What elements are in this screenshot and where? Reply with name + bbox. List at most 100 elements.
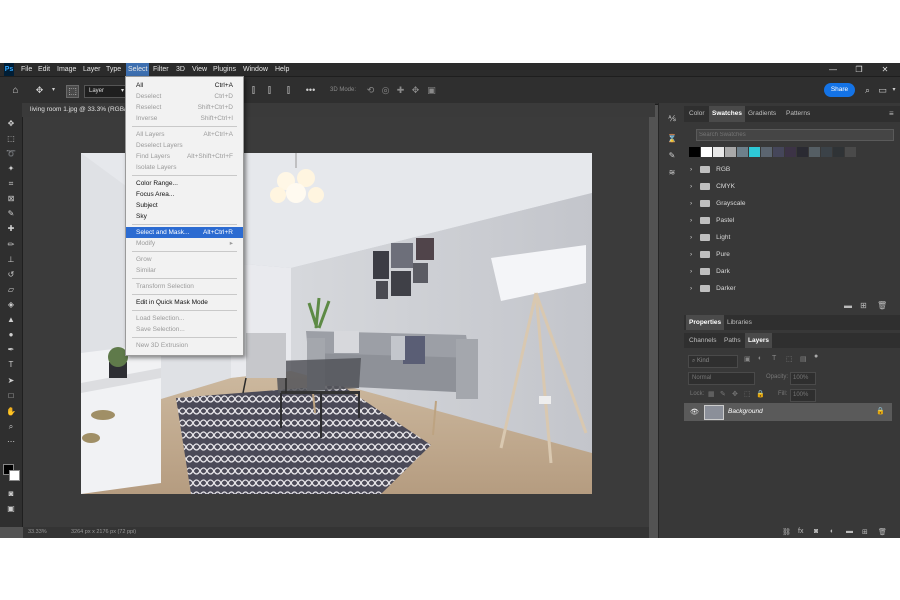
3d-slide-icon[interactable]: ✥ <box>410 85 421 96</box>
menu-file[interactable]: File <box>21 63 32 76</box>
menu-window[interactable]: Window <box>243 63 268 76</box>
search-icon[interactable]: ⌕ <box>862 85 873 96</box>
brushes-icon[interactable]: ✎ <box>665 150 679 162</box>
menu-item-grow[interactable]: Grow <box>126 254 243 265</box>
menu-item-find-layers[interactable]: Find Layers Alt+Shift+Ctrl+F <box>126 151 243 162</box>
3d-roll-icon[interactable]: ◎ <box>380 85 391 96</box>
color-swatch[interactable] <box>785 147 796 157</box>
brush-tool-icon[interactable]: ✏ <box>4 239 18 251</box>
chevron-down-icon[interactable]: ▾ <box>48 85 59 96</box>
auto-select-dropdown[interactable]: Layer ▾ <box>84 85 128 98</box>
3d-scale-icon[interactable]: ▣ <box>426 85 437 96</box>
filter-adjustment-icon[interactable]: ◐ <box>758 355 762 362</box>
swatches-search-field[interactable] <box>696 129 894 141</box>
color-swatch[interactable] <box>761 147 772 157</box>
new-group-icon[interactable]: ▬ <box>844 301 852 310</box>
menu-view[interactable]: View <box>192 63 207 76</box>
filter-type-icon[interactable]: T <box>772 355 776 362</box>
lock-transparent-icon[interactable]: ▦ <box>708 390 715 398</box>
new-swatch-icon[interactable]: ⊞ <box>860 301 867 310</box>
menu-item-modify[interactable]: Modify ▸ <box>126 238 243 249</box>
menu-item-edit-in-quick-mask-mode[interactable]: Edit in Quick Mask Mode <box>126 297 243 308</box>
eraser-tool-icon[interactable]: ▱ <box>4 284 18 296</box>
restore-icon[interactable]: ❐ <box>846 63 872 76</box>
layer-mask-icon[interactable]: ◙ <box>814 528 818 535</box>
lock-artboard-icon[interactable]: ⬚ <box>744 390 751 398</box>
lasso-tool-icon[interactable]: ➰ <box>4 148 18 160</box>
learn-icon[interactable]: ⅍ <box>665 113 679 125</box>
swatch-folder[interactable]: › CMYK <box>690 181 890 193</box>
color-swatch[interactable] <box>821 147 832 157</box>
menu-type[interactable]: Type <box>106 63 121 76</box>
chevron-right-icon[interactable]: › <box>690 183 692 190</box>
eyedropper-tool-icon[interactable]: ✎ <box>4 208 18 220</box>
blur-tool-icon[interactable]: ▲ <box>4 314 18 326</box>
new-layer-icon[interactable]: ⊞ <box>862 528 868 536</box>
more-options-icon[interactable]: ••• <box>305 85 316 96</box>
menu-item-deselect[interactable]: Deselect Ctrl+D <box>126 91 243 102</box>
opacity-field[interactable]: 100% <box>790 372 816 385</box>
menu-image[interactable]: Image <box>57 63 76 76</box>
menu-item-reselect[interactable]: Reselect Shift+Ctrl+D <box>126 102 243 113</box>
auto-select-icon[interactable]: ⬚ <box>66 85 79 98</box>
tab-libraries[interactable]: Libraries <box>724 315 755 330</box>
tab-layers[interactable]: Layers <box>745 333 772 348</box>
quick-mask-icon[interactable]: ◙ <box>4 488 18 500</box>
tab-gradients[interactable]: Gradients <box>745 106 779 122</box>
swatch-folder[interactable]: › Pastel <box>690 215 890 227</box>
minimize-icon[interactable]: — <box>820 63 846 76</box>
menu-item-similar[interactable]: Similar <box>126 265 243 276</box>
tab-swatches[interactable]: Swatches <box>709 106 745 122</box>
fill-field[interactable]: 100% <box>790 389 816 402</box>
panel-menu-icon[interactable]: ≡ <box>889 109 894 118</box>
chevron-right-icon[interactable]: › <box>690 166 692 173</box>
filter-pixel-icon[interactable]: ▣ <box>744 355 751 363</box>
menu-item-new-3d-extrusion[interactable]: New 3D Extrusion <box>126 340 243 351</box>
dodge-tool-icon[interactable]: ● <box>4 329 18 341</box>
menu-item-select-and-mask[interactable]: Select and Mask... Alt+Ctrl+R <box>126 227 243 238</box>
type-tool-icon[interactable]: T <box>4 359 18 371</box>
chevron-down-icon[interactable]: ▾ <box>890 85 898 96</box>
tab-patterns[interactable]: Patterns <box>783 106 813 122</box>
history-brush-tool-icon[interactable]: ↺ <box>4 269 18 281</box>
chevron-right-icon[interactable]: › <box>690 234 692 241</box>
color-swatch[interactable] <box>833 147 844 157</box>
3d-pan-icon[interactable]: ✚ <box>395 85 406 96</box>
color-swatch[interactable] <box>737 147 748 157</box>
layer-style-icon[interactable]: fx <box>798 528 803 535</box>
blend-mode-dropdown[interactable]: Normal <box>688 372 755 385</box>
chevron-right-icon[interactable]: › <box>690 200 692 207</box>
frame-tool-icon[interactable]: ⊠ <box>4 193 18 205</box>
color-swatch[interactable] <box>773 147 784 157</box>
marquee-tool-icon[interactable]: ⬚ <box>4 133 18 145</box>
rectangle-tool-icon[interactable]: □ <box>4 390 18 402</box>
share-button[interactable]: Share <box>824 83 855 97</box>
crop-tool-icon[interactable]: ⌗ <box>4 178 18 190</box>
lock-pixels-icon[interactable]: ✎ <box>720 390 726 398</box>
chevron-right-icon[interactable]: › <box>690 251 692 258</box>
menu-item-deselect-layers[interactable]: Deselect Layers <box>126 140 243 151</box>
menu-item-subject[interactable]: Subject <box>126 200 243 211</box>
swatch-folder[interactable]: › Pure <box>690 249 890 261</box>
color-swatch[interactable] <box>809 147 820 157</box>
move-tool-icon[interactable]: ✥ <box>34 85 45 96</box>
align-right-icon[interactable]: ⫿ <box>283 85 294 96</box>
paint-bucket-tool-icon[interactable]: ◈ <box>4 299 18 311</box>
color-swatch[interactable] <box>857 147 868 157</box>
lock-all-icon[interactable]: 🔒 <box>756 390 765 398</box>
color-swatch[interactable] <box>701 147 712 157</box>
menu-select[interactable]: Select <box>126 63 150 76</box>
chevron-right-icon[interactable]: › <box>690 285 692 292</box>
adjustment-layer-icon[interactable]: ◐ <box>830 528 834 535</box>
filter-smart-object-icon[interactable]: ▤ <box>800 355 807 363</box>
swatch-folder[interactable]: › RGB <box>690 164 890 176</box>
document-tab[interactable]: living room 1.jpg @ 33.3% (RGB/8) <box>22 103 655 117</box>
move-tool-icon[interactable]: ✥ <box>4 118 18 130</box>
filter-toggle-icon[interactable]: ● <box>814 353 818 360</box>
history-icon[interactable]: ⌛ <box>665 133 679 145</box>
swatch-folder[interactable]: › Dark <box>690 266 890 278</box>
menu-item-sky[interactable]: Sky <box>126 211 243 222</box>
swatch-folder[interactable]: › Grayscale <box>690 198 890 210</box>
color-swatch[interactable] <box>713 147 724 157</box>
swatches-search-input[interactable] <box>699 130 889 140</box>
